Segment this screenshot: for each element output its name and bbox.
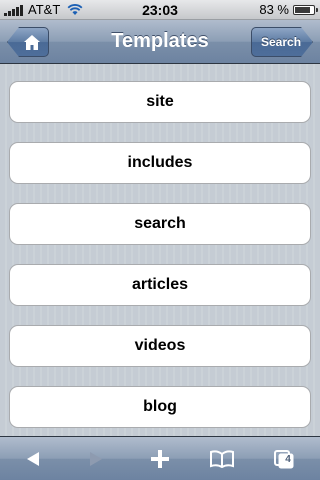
add-bookmark-button[interactable] [136,437,184,480]
battery-icon [293,4,318,15]
home-icon [24,34,40,50]
forward-button[interactable] [72,437,120,480]
list-item-blog[interactable]: blog [9,386,311,428]
back-button[interactable] [9,437,57,480]
battery-percent: 83 % [259,2,289,17]
home-button[interactable] [7,27,49,57]
status-bar: AT&T 23:03 83 % [0,0,320,20]
bookmarks-button[interactable] [198,437,246,480]
list-item-includes[interactable]: includes [9,142,311,184]
page-title: Templates [111,30,209,52]
list-item-search[interactable]: search [9,203,311,245]
search-button[interactable]: Search [251,27,313,57]
tabs-count: 4 [285,454,291,465]
bottom-toolbar: 4 [0,436,320,480]
list-item-videos[interactable]: videos [9,325,311,367]
list-item-site[interactable]: site [9,81,311,123]
bookmarks-icon [210,449,234,468]
back-arrow-icon [27,451,39,466]
forward-arrow-icon [90,451,102,466]
list-item-articles[interactable]: articles [9,264,311,306]
tabs-button[interactable]: 4 [260,437,308,480]
status-right: 83 % [259,2,318,17]
templates-list: site includes search articles videos blo… [0,64,320,436]
plus-icon [151,449,169,468]
navigation-bar: Templates Search [0,20,320,64]
battery-fill [295,6,310,13]
